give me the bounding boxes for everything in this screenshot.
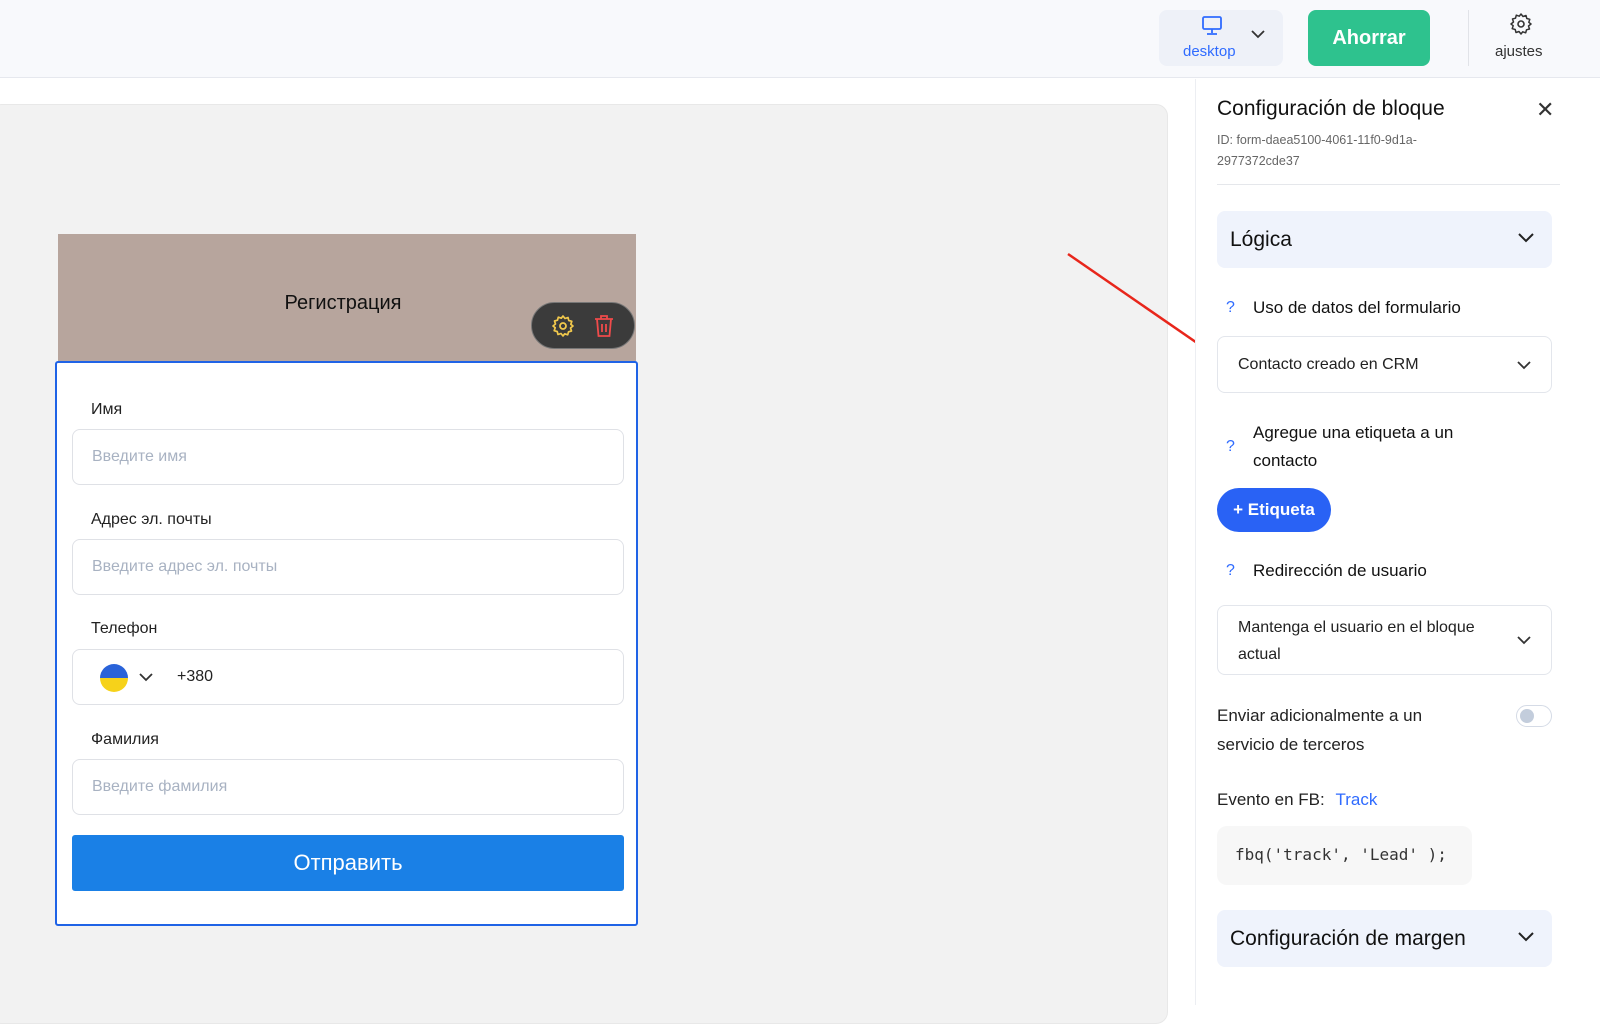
save-button[interactable]: Ahorrar [1308, 10, 1430, 66]
email-input[interactable]: Введите адрес эл. почты [72, 539, 624, 595]
redirect-label: Redirección de usuario [1253, 561, 1427, 580]
data-usage-select[interactable]: Contacto creado en CRM [1217, 336, 1552, 393]
third-party-toggle[interactable] [1516, 705, 1552, 727]
surname-label: Фамилия [91, 731, 159, 748]
gear-icon [1510, 13, 1532, 35]
data-usage-value: Contacto creado en CRM [1238, 356, 1419, 373]
name-input[interactable]: Введите имя [72, 429, 624, 485]
device-label: desktop [1183, 43, 1236, 60]
margin-section-title: Configuración de margen [1230, 927, 1466, 950]
settings-label: ajustes [1495, 43, 1543, 60]
third-party-label: Enviar adicionalmente a un servicio de t… [1217, 706, 1423, 754]
chevron-down-icon [1251, 30, 1265, 39]
device-selector[interactable]: desktop [1159, 10, 1283, 66]
phone-value: +380 [177, 668, 214, 685]
fb-event-row: Evento en FB: Track [1217, 785, 1377, 814]
divider [1217, 184, 1560, 185]
phone-input[interactable]: +380 [72, 649, 624, 705]
chevron-down-icon[interactable] [139, 673, 153, 682]
form-block[interactable]: Имя Введите имя Адрес эл. почты Введите … [55, 361, 638, 926]
logic-section-title: Lógica [1230, 228, 1292, 251]
settings-button[interactable]: ajustes [1490, 12, 1552, 66]
data-usage-label: Uso de datos del formulario [1253, 298, 1461, 317]
ukraine-flag-icon[interactable] [100, 664, 128, 692]
chevron-down-icon [1518, 233, 1534, 243]
logic-section-header[interactable]: Lógica [1217, 211, 1552, 268]
help-icon[interactable]: ? [1226, 299, 1235, 317]
fb-event-value[interactable]: Track [1335, 790, 1377, 809]
submit-button[interactable]: Отправить [72, 835, 624, 891]
redirect-value: Mantenga el usuario en el bloque actual [1238, 619, 1475, 663]
chevron-down-icon [1518, 932, 1534, 942]
block-toolbar [531, 302, 635, 349]
redirect-select[interactable]: Mantenga el usuario en el bloque actual [1217, 605, 1552, 675]
email-label: Адрес эл. почты [91, 511, 212, 528]
monitor-icon [1202, 16, 1222, 35]
fb-event-label: Evento en FB: [1217, 790, 1325, 809]
phone-label: Телефон [91, 620, 158, 637]
block-id: ID: form-daea5100-4061-11f0-9d1a-2977372… [1217, 133, 1417, 168]
block-settings-panel: Configuración de bloque ✕ ID: form-daea5… [1195, 79, 1568, 1005]
surname-input[interactable]: Введите фамилия [72, 759, 624, 815]
close-icon[interactable]: ✕ [1536, 97, 1554, 123]
help-icon[interactable]: ? [1226, 562, 1235, 580]
fb-code: fbq('track', 'Lead' ); [1217, 826, 1472, 885]
top-bar: desktop Ahorrar ajustes [0, 0, 1600, 78]
add-tag-button[interactable]: + Etiqueta [1217, 488, 1331, 532]
chevron-down-icon [1517, 360, 1531, 369]
tag-label: Agregue una etiqueta a un contacto [1253, 423, 1454, 470]
trash-icon[interactable] [593, 314, 615, 338]
gear-icon[interactable] [551, 314, 575, 338]
chevron-down-icon [1517, 636, 1531, 645]
panel-title: Configuración de bloque [1217, 97, 1445, 120]
divider [1468, 10, 1469, 66]
help-icon[interactable]: ? [1226, 438, 1235, 456]
name-label: Имя [91, 401, 123, 418]
margin-section-header[interactable]: Configuración de margen [1217, 910, 1552, 967]
